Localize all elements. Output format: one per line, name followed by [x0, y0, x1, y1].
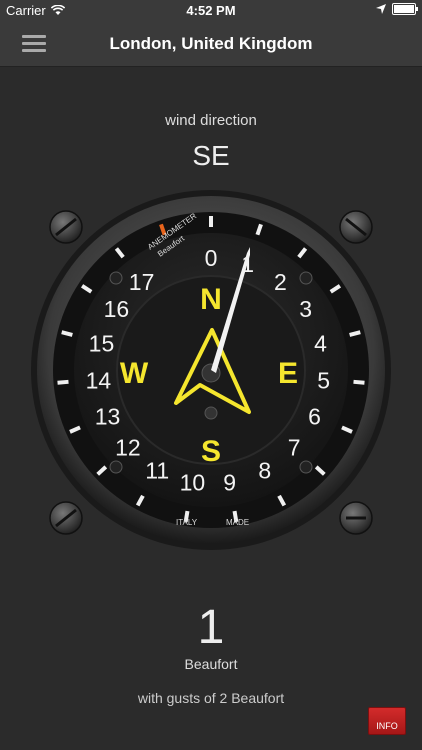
wind-speed-unit: Beaufort — [184, 656, 238, 672]
info-button[interactable]: INFO — [368, 707, 406, 735]
wind-speed-value: 1 — [197, 601, 225, 654]
status-bar: Carrier 4:52 PM — [0, 0, 422, 22]
scale-number: 16 — [104, 296, 130, 322]
anemometer-gauge: 0 1234567891011121314151617 ANEMOMETER Be… — [31, 190, 391, 550]
location-arrow-icon — [376, 4, 386, 14]
scale-number: 13 — [95, 403, 121, 429]
wind-direction-value: SE — [192, 140, 230, 171]
made-label-2: MADE — [226, 518, 249, 527]
screw-top-right — [339, 210, 373, 244]
scale-number: 6 — [308, 403, 321, 429]
inner-screw-2 — [299, 271, 313, 285]
scale-number: 7 — [288, 435, 301, 461]
scale-number: 17 — [129, 269, 155, 295]
inner-screw-3 — [109, 460, 123, 474]
compass-west: W — [120, 357, 149, 390]
made-label-1: ITALY — [176, 518, 198, 527]
status-right — [376, 3, 418, 15]
location-title: London, United Kingdom — [109, 34, 313, 53]
scale-tick — [349, 330, 361, 337]
status-time: 4:52 PM — [186, 3, 236, 18]
inner-screw-1 — [109, 271, 123, 285]
compass-south: S — [201, 435, 221, 468]
compass-east: E — [278, 357, 298, 390]
gusts-label: with gusts of 2 Beaufort — [137, 690, 285, 706]
battery-icon — [392, 3, 418, 15]
scale-number: 3 — [299, 296, 312, 322]
scale-number: 11 — [145, 457, 169, 483]
scale-number: 0 — [205, 245, 218, 271]
screw-bottom-right — [339, 501, 373, 535]
scale-tick — [57, 379, 69, 385]
info-button-label: INFO — [376, 721, 398, 731]
scale-number: 2 — [274, 269, 287, 295]
scale-number: 10 — [180, 469, 206, 495]
arrow-hub — [204, 406, 218, 420]
scale-number: 12 — [115, 435, 141, 461]
scale-tick — [353, 379, 365, 385]
scale-number: 14 — [86, 367, 112, 393]
scale-number: 5 — [317, 367, 330, 393]
wind-direction-label: wind direction — [165, 112, 257, 129]
inner-screw-4 — [299, 460, 313, 474]
compass-north: N — [200, 283, 222, 316]
scale-number: 9 — [223, 469, 236, 495]
screw-top-left — [49, 210, 83, 244]
scale-number: 15 — [89, 330, 115, 356]
scale-number: 4 — [314, 330, 327, 356]
nav-bar: London, United Kingdom — [0, 22, 422, 67]
scale-tick — [61, 330, 73, 337]
screw-bottom-left — [49, 501, 83, 535]
scale-number: 8 — [258, 457, 271, 483]
